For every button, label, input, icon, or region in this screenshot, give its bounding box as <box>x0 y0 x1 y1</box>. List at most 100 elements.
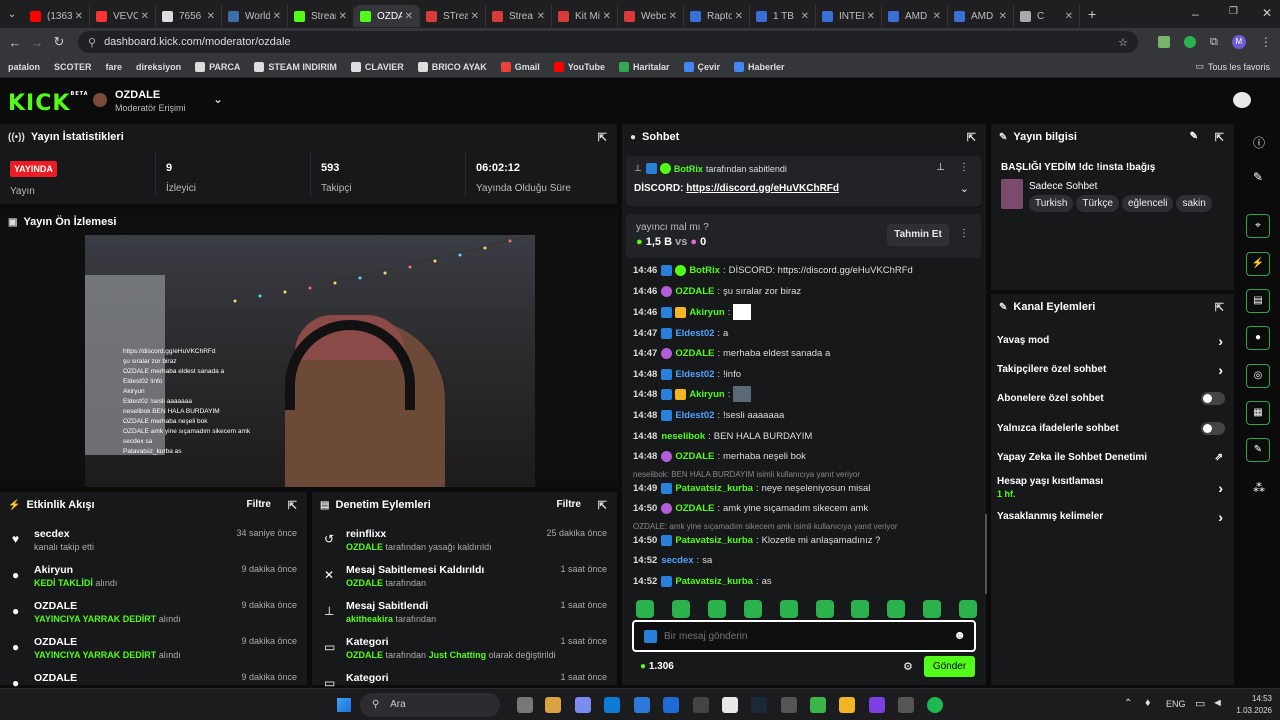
site-info-icon[interactable]: ⚲ <box>88 36 96 49</box>
clock[interactable]: 14:53 1.03.2026 <box>1232 694 1272 715</box>
spotify-icon[interactable] <box>927 697 943 713</box>
browser-tab[interactable]: C ✕ <box>1014 5 1080 27</box>
tag-chip[interactable]: sakin <box>1176 195 1212 212</box>
edge-icon[interactable] <box>634 697 650 713</box>
chat-message[interactable]: 14:52 secdex: sa <box>633 552 712 568</box>
chat-username[interactable]: Patavatsiz_kurba <box>675 535 753 546</box>
bookmark-item[interactable]: Haritalar <box>618 61 670 72</box>
shield-icon[interactable] <box>1184 36 1196 48</box>
pinned-link[interactable]: https://discord.gg/eHuVKChRFd <box>686 183 839 194</box>
banned-words-row[interactable]: Yasaklanmış kelimeler › <box>997 509 1229 525</box>
emote-icon[interactable] <box>959 600 977 618</box>
activity-filter-button[interactable]: Filtre <box>247 499 271 510</box>
tab-close-icon[interactable]: ✕ <box>405 11 413 22</box>
tab-close-icon[interactable]: ✕ <box>1065 11 1073 22</box>
moderation-filter-button[interactable]: Filtre <box>557 499 581 510</box>
emote-icon[interactable] <box>744 600 762 618</box>
back-icon[interactable]: ← <box>4 35 26 50</box>
pencil-icon[interactable]: ✎ <box>1253 170 1263 184</box>
forward-icon[interactable]: → <box>26 35 48 50</box>
popout-icon[interactable]: ⇱ <box>288 499 297 512</box>
chat-input-box[interactable]: ☻ <box>632 620 976 652</box>
tab-close-icon[interactable]: ✕ <box>273 11 281 22</box>
chat-message[interactable]: 14:49 Patavatsiz_kurba: neye neşeleniyosun… <box>633 480 870 496</box>
extension-icon[interactable] <box>1158 36 1170 48</box>
bookmark-item[interactable]: direksiyon <box>136 62 181 72</box>
browser-tab[interactable]: OZDA✕ <box>354 5 420 27</box>
pinned-by-user[interactable]: BotRix <box>674 164 703 174</box>
focus-icon[interactable]: ⌖ <box>1246 214 1270 238</box>
chat-message[interactable]: 14:48 Eldest02: !sesli aaaaaaa <box>633 407 784 423</box>
browser-tab[interactable]: AMD ✕ <box>882 5 948 27</box>
moderation-item[interactable]: ✕ Mesaj Sabitlemesi Kaldırıldı OZDALE tara… <box>320 564 607 594</box>
app-icon[interactable] <box>869 697 885 713</box>
close-window-icon[interactable]: ✕ <box>1262 6 1272 20</box>
browser-tab[interactable]: VEVO✕ <box>90 5 156 27</box>
clipboard-icon[interactable]: ▤ <box>1246 289 1270 313</box>
chat-username[interactable]: Eldest02 <box>675 328 714 339</box>
chat-username[interactable]: OZDALE <box>675 348 714 359</box>
chat-username[interactable]: Eldest02 <box>675 369 714 380</box>
browser-menu-icon[interactable]: ⋮ <box>1260 35 1272 49</box>
browser-tab[interactable]: 1 TB ✕ <box>750 5 816 27</box>
user-avatar[interactable] <box>1233 92 1251 108</box>
tab-close-icon[interactable]: ✕ <box>801 11 809 22</box>
chat-message[interactable]: 14:48 OZDALE: merhaba neşeli bok <box>633 448 806 464</box>
browser-tab[interactable]: Strea ✕ <box>486 5 552 27</box>
moderation-actor[interactable]: OZDALE <box>346 542 383 552</box>
restore-icon[interactable]: ❐ <box>1229 6 1238 17</box>
tag-chip[interactable]: eğlenceli <box>1121 195 1174 212</box>
shapes-icon[interactable]: ⁂ <box>1253 481 1265 495</box>
tab-close-icon[interactable]: ✕ <box>207 11 215 22</box>
browser-tab[interactable]: Rapto ✕ <box>684 5 750 27</box>
tab-close-icon[interactable]: ✕ <box>537 11 545 22</box>
pinned-menu-icon[interactable]: ⋮ <box>959 162 969 173</box>
all-bookmarks[interactable]: ▭ Tous les favoris <box>1195 61 1270 72</box>
chat-message[interactable]: 14:48 Akiryun: <box>633 386 752 402</box>
chat-username[interactable]: Eldest02 <box>675 410 714 421</box>
url-input[interactable]: ⚲ dashboard.kick.com/moderator/ozdale ☆ <box>78 31 1138 53</box>
info-icon[interactable]: ⓘ <box>1253 134 1265 151</box>
chat-username[interactable]: Akiryun <box>689 389 724 400</box>
browser-tab[interactable]: Kit Mi ✕ <box>552 5 618 27</box>
chevron-down-icon[interactable]: ⌄ <box>960 182 969 195</box>
prediction-card[interactable]: yayıncı mal mı ? ● 1,5 B vs ● 0 Tahmin E… <box>626 214 981 258</box>
steam-icon[interactable] <box>751 697 767 713</box>
category-name[interactable]: Sadece Sohbet <box>1029 181 1097 192</box>
chat-username[interactable]: Akiryun <box>689 307 724 318</box>
tab-close-icon[interactable]: ✕ <box>141 11 149 22</box>
tag-chip[interactable]: Turkish <box>1029 195 1074 212</box>
chat-username[interactable]: Patavatsiz_kurba <box>675 483 753 494</box>
chat-message[interactable]: 14:47 OZDALE: merhaba eldest sanada a <box>633 345 830 361</box>
chat-icon[interactable]: ● <box>1246 326 1270 350</box>
chevron-down-icon[interactable]: ⌄ <box>213 92 223 106</box>
chat-message[interactable]: 14:46 OZDALE: şu sıralar zor biraz <box>633 283 801 299</box>
popout-icon[interactable]: ⇱ <box>1215 131 1224 144</box>
popout-icon[interactable]: ⇱ <box>598 131 607 144</box>
files-icon[interactable] <box>604 697 620 713</box>
subs-only-toggle[interactable] <box>1201 392 1225 405</box>
chrome-icon[interactable] <box>722 697 738 713</box>
tab-close-icon[interactable]: ✕ <box>75 11 83 22</box>
store-icon[interactable] <box>545 697 561 713</box>
tag-chip[interactable]: Türkçe <box>1076 195 1119 212</box>
browser-tab[interactable]: INTEL✕ <box>816 5 882 27</box>
chat-username[interactable]: Patavatsiz_kurba <box>675 576 753 587</box>
bookmark-item[interactable]: PARCA <box>195 61 240 72</box>
emote-icon[interactable] <box>636 600 654 618</box>
mic-icon[interactable]: ♦ <box>1145 697 1151 709</box>
browser-tab[interactable]: Stream✕ <box>288 5 354 27</box>
task-view-icon[interactable] <box>517 697 533 713</box>
chat-username[interactable]: neselibok <box>661 431 705 442</box>
bookmark-item[interactable]: CLAVIER <box>350 61 404 72</box>
video-player[interactable]: https://discord.gg/eHuVKChRFd şu sıralar … <box>85 235 535 487</box>
tab-search-icon[interactable]: ⌄ <box>0 9 24 20</box>
activity-item[interactable]: ● Akiryun KEDİ TAKLİDİ alındı 9 dakika önce <box>8 564 297 594</box>
browser-tab[interactable]: STrea ✕ <box>420 5 486 27</box>
tab-close-icon[interactable]: ✕ <box>471 11 479 22</box>
moderation-actor[interactable]: OZDALE <box>346 578 383 588</box>
browser-tab[interactable]: (1363...✕ <box>24 5 90 27</box>
emotes-only-toggle[interactable] <box>1201 422 1225 435</box>
emote-icon[interactable] <box>780 600 798 618</box>
activity-item[interactable]: ● OZDALE YAYINCIYA YARRAK DEDİRT alındı 9 d… <box>8 636 297 666</box>
